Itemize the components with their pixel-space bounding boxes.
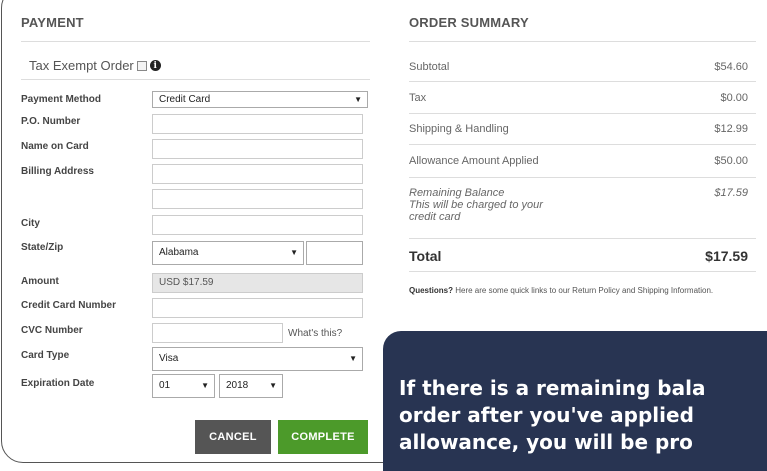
remaining-balance-value: $17.59 — [714, 187, 748, 199]
callout-line: If there is a remaining bala — [399, 376, 706, 400]
callout-line: allowance, you will be pro — [399, 430, 693, 454]
cancel-button[interactable]: CANCEL — [195, 420, 271, 454]
payment-method-select[interactable]: Credit Card ▼ — [152, 91, 368, 108]
summary-label: Tax — [409, 92, 427, 104]
complete-button[interactable]: COMPLETE — [278, 420, 368, 454]
expiration-month-select[interactable]: 01 ▼ — [152, 374, 215, 398]
summary-row-tax: Tax $0.00 — [409, 92, 756, 104]
payment-method-label: Payment Method — [21, 94, 102, 105]
total-row: Total $17.59 — [409, 248, 756, 264]
city-label: City — [21, 218, 40, 229]
divider — [409, 113, 756, 114]
remaining-balance-note: This will be charged to your — [409, 199, 543, 211]
summary-row-remaining-balance: Remaining Balance This will be charged t… — [409, 187, 756, 223]
callout-banner: If there is a remaining bala order after … — [383, 331, 767, 471]
callout-text: If there is a remaining bala order after … — [399, 375, 767, 456]
zip-input[interactable] — [306, 241, 363, 265]
divider — [409, 271, 756, 272]
name-on-card-label: Name on Card — [21, 141, 89, 152]
credit-card-number-input[interactable] — [152, 298, 363, 318]
summary-row-allowance: Allowance Amount Applied $50.00 — [409, 155, 756, 167]
credit-card-number-label: Credit Card Number — [21, 300, 117, 311]
summary-value: $0.00 — [720, 92, 748, 104]
total-label: Total — [409, 248, 442, 264]
state-zip-label: State/Zip — [21, 242, 64, 253]
city-input[interactable] — [152, 215, 363, 235]
amount-field: USD $17.59 — [152, 273, 363, 293]
chevron-down-icon: ▼ — [354, 95, 362, 104]
questions-label: Questions? — [409, 286, 454, 295]
divider — [21, 41, 370, 42]
divider — [21, 79, 370, 80]
callout-line: order after you've applied — [399, 403, 694, 427]
billing-address-label: Billing Address — [21, 166, 94, 177]
summary-label: Allowance Amount Applied — [409, 155, 539, 167]
state-select[interactable]: Alabama ▼ — [152, 241, 304, 265]
divider — [409, 41, 756, 42]
remaining-balance-label: Remaining Balance — [409, 187, 505, 199]
tax-exempt-row: Tax Exempt Order i — [29, 58, 161, 73]
name-on-card-input[interactable] — [152, 139, 363, 159]
po-number-label: P.O. Number — [21, 116, 81, 127]
card-type-label: Card Type — [21, 350, 70, 361]
order-summary-title: ORDER SUMMARY — [409, 15, 529, 30]
total-value: $17.59 — [705, 248, 748, 264]
expiration-year-select[interactable]: 2018 ▼ — [219, 374, 283, 398]
card-type-select[interactable]: Visa ▼ — [152, 347, 363, 371]
questions-links-text[interactable]: Here are some quick links to our Return … — [453, 286, 713, 295]
payment-method-value: Credit Card — [159, 94, 211, 105]
chevron-down-icon: ▼ — [269, 381, 277, 390]
chevron-down-icon: ▼ — [201, 381, 209, 390]
billing-address-input[interactable] — [152, 164, 363, 184]
payment-title: PAYMENT — [21, 15, 84, 30]
divider — [409, 238, 756, 239]
summary-row-subtotal: Subtotal $54.60 — [409, 61, 756, 73]
cvc-number-label: CVC Number — [21, 325, 83, 336]
summary-row-shipping: Shipping & Handling $12.99 — [409, 123, 756, 135]
tax-exempt-checkbox[interactable] — [136, 60, 147, 71]
info-icon[interactable]: i — [149, 60, 161, 71]
whats-this-link[interactable]: What's this? — [288, 328, 342, 339]
payment-section: PAYMENT Tax Exempt Order i Payment Metho… — [21, 0, 370, 465]
amount-label: Amount — [21, 276, 59, 287]
expiration-year-value: 2018 — [226, 380, 249, 391]
summary-label: Shipping & Handling — [409, 123, 509, 135]
cvc-input[interactable] — [152, 323, 283, 343]
summary-value: $12.99 — [714, 123, 748, 135]
billing-address-line2-input[interactable] — [152, 189, 363, 209]
divider — [409, 81, 756, 82]
chevron-down-icon: ▼ — [290, 248, 298, 257]
chevron-down-icon: ▼ — [349, 354, 357, 363]
divider — [409, 177, 756, 178]
state-value: Alabama — [159, 247, 199, 258]
remaining-balance-note: credit card — [409, 211, 461, 223]
card-type-value: Visa — [159, 353, 179, 364]
summary-value: $54.60 — [714, 61, 748, 73]
expiration-month-value: 01 — [159, 380, 171, 391]
questions-text: Questions? Here are some quick links to … — [409, 285, 749, 296]
tax-exempt-label: Tax Exempt Order — [29, 58, 134, 73]
summary-label: Subtotal — [409, 61, 450, 73]
divider — [409, 144, 756, 145]
summary-value: $50.00 — [714, 155, 748, 167]
expiration-date-label: Expiration Date — [21, 378, 95, 389]
po-number-input[interactable] — [152, 114, 363, 134]
